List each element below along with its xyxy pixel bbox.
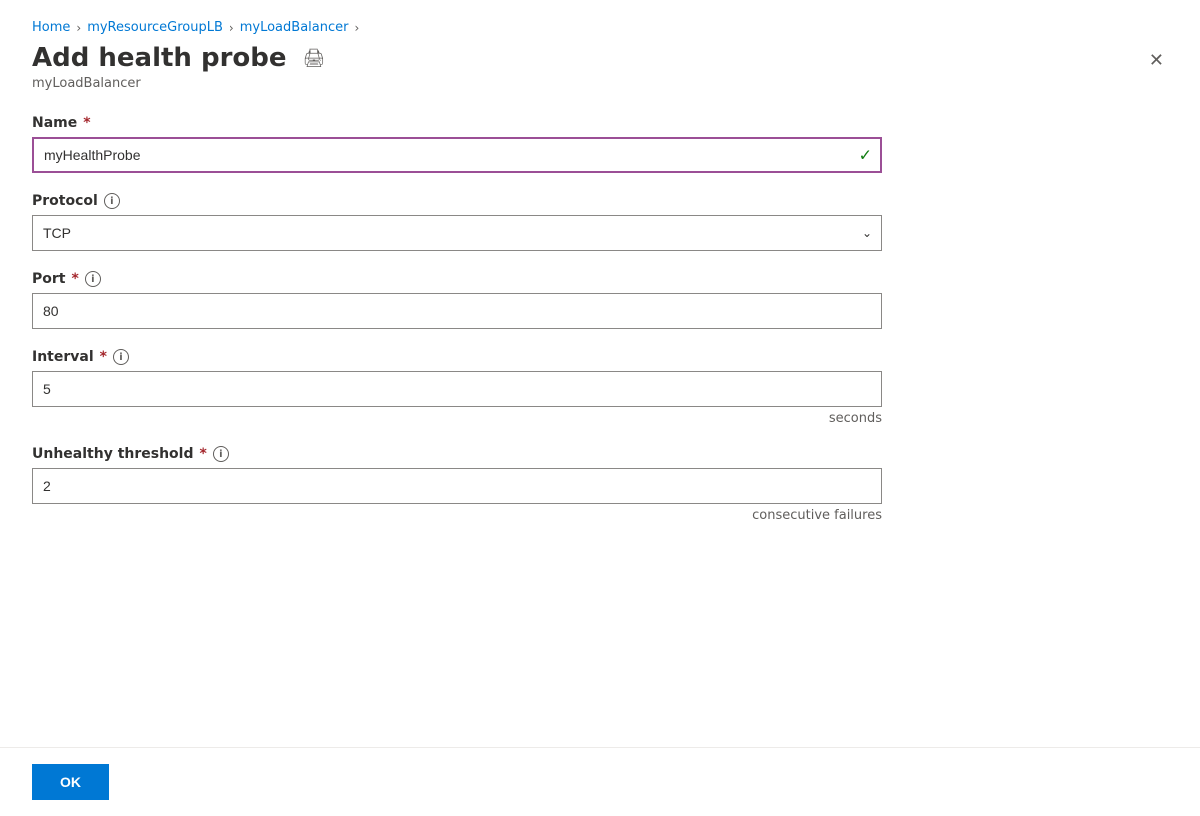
page-subtitle: myLoadBalancer (32, 76, 329, 91)
protocol-label: Protocol i (32, 193, 1168, 209)
port-input[interactable] (32, 293, 882, 329)
interval-input[interactable] (32, 371, 882, 407)
page-title: Add health probe (32, 43, 287, 74)
breadcrumb-resource-group[interactable]: myResourceGroupLB (87, 20, 223, 35)
breadcrumb-load-balancer[interactable]: myLoadBalancer (240, 20, 349, 35)
name-label: Name * (32, 115, 1168, 131)
interval-label: Interval * i (32, 349, 1168, 365)
protocol-select[interactable]: TCP HTTP HTTPS (32, 215, 882, 251)
print-button[interactable]: 🖨 (299, 44, 330, 73)
unhealthy-required-star: * (200, 446, 207, 462)
interval-group: Interval * i seconds (32, 349, 1168, 426)
form-container: Name * ✓ Protocol i TCP HTTP HTTPS ⌄ (0, 91, 1200, 747)
port-required-star: * (71, 271, 78, 287)
breadcrumb-sep-3: › (354, 21, 359, 35)
protocol-info-icon: i (104, 193, 120, 209)
unhealthy-threshold-group: Unhealthy threshold * i consecutive fail… (32, 446, 1168, 523)
breadcrumb-sep-2: › (229, 21, 234, 35)
close-button[interactable]: ✕ (1145, 47, 1168, 73)
interval-hint: seconds (32, 411, 882, 426)
name-checkmark-icon: ✓ (859, 146, 872, 165)
ok-button[interactable]: OK (32, 764, 109, 800)
page-footer: OK (0, 747, 1200, 816)
protocol-group: Protocol i TCP HTTP HTTPS ⌄ (32, 193, 1168, 251)
interval-info-icon: i (113, 349, 129, 365)
name-group: Name * ✓ (32, 115, 1168, 173)
port-info-icon: i (85, 271, 101, 287)
page-title-row: Add health probe 🖨 (32, 43, 329, 74)
name-required-star: * (83, 115, 90, 131)
unhealthy-threshold-input[interactable] (32, 468, 882, 504)
port-group: Port * i (32, 271, 1168, 329)
print-icon: 🖨 (303, 48, 326, 69)
port-label: Port * i (32, 271, 1168, 287)
header-left: Add health probe 🖨 myLoadBalancer (32, 43, 329, 91)
page-header: Add health probe 🖨 myLoadBalancer ✕ (0, 35, 1200, 91)
breadcrumb: Home › myResourceGroupLB › myLoadBalance… (0, 0, 1200, 35)
breadcrumb-sep-1: › (76, 21, 81, 35)
name-input[interactable] (32, 137, 882, 173)
unhealthy-threshold-label: Unhealthy threshold * i (32, 446, 1168, 462)
name-input-wrapper: ✓ (32, 137, 882, 173)
protocol-select-wrapper: TCP HTTP HTTPS ⌄ (32, 215, 882, 251)
interval-required-star: * (100, 349, 107, 365)
breadcrumb-home[interactable]: Home (32, 20, 70, 35)
page-container: Home › myResourceGroupLB › myLoadBalance… (0, 0, 1200, 816)
unhealthy-threshold-hint: consecutive failures (32, 508, 882, 523)
close-icon: ✕ (1149, 50, 1164, 70)
unhealthy-info-icon: i (213, 446, 229, 462)
